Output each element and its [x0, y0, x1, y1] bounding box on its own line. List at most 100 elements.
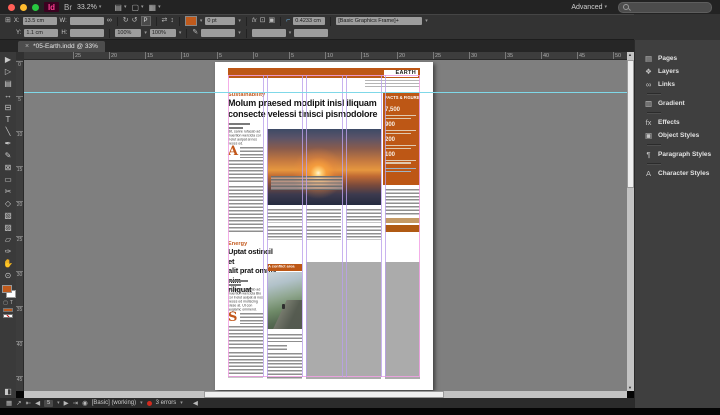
greeked-text-block[interactable] [346, 209, 381, 223]
formatting-text-icon[interactable]: T [10, 300, 13, 306]
x-position-field[interactable]: 13.5 cm [23, 17, 57, 25]
eyedropper-tool[interactable]: ✑ [1, 246, 15, 258]
greeked-text-block[interactable] [228, 186, 263, 208]
preflight-icon[interactable]: ◉ [82, 399, 88, 407]
corner-options-icon[interactable]: ⌐ [286, 16, 290, 26]
character-styles[interactable]: A Character Styles [635, 167, 720, 180]
greeked-text-block[interactable] [267, 353, 302, 379]
minimize-window-button[interactable] [20, 4, 27, 11]
reference-point-icon[interactable]: ⊞ [5, 16, 11, 26]
last-page-icon[interactable]: ⇥ [73, 399, 78, 407]
scroll-up-icon[interactable]: ▲ [628, 53, 632, 57]
rectangle-tool[interactable]: ▭ [1, 174, 15, 186]
biker-photo[interactable] [267, 272, 302, 329]
close-window-button[interactable] [8, 4, 15, 11]
rotate-ccw-icon[interactable]: ↺ [132, 16, 138, 26]
export-icon[interactable]: ↗ [16, 399, 21, 407]
pencil-tool[interactable]: ✎ [1, 150, 15, 162]
rectangle-frame-tool[interactable]: ⊠ [1, 162, 15, 174]
vertical-scrollbar[interactable]: ▲ ▼ [627, 52, 634, 391]
column-guide[interactable] [267, 75, 268, 377]
line-tool[interactable]: ╲ [1, 126, 15, 138]
document-page[interactable]: EARTH Sustainability Molum praesed modip… [215, 62, 433, 390]
type-tool[interactable]: T [1, 114, 15, 126]
greeked-text-block[interactable] [228, 340, 263, 350]
page-number-field[interactable]: 5 [44, 400, 53, 407]
gradient-swatch-tool[interactable]: ▧ [1, 210, 15, 222]
greeked-text-block[interactable] [385, 189, 420, 216]
effects-fx-icon[interactable]: fx [252, 16, 257, 26]
greeked-text-block[interactable] [306, 209, 341, 223]
placeholder-frame[interactable] [306, 262, 381, 379]
width-field[interactable] [70, 17, 104, 25]
gradient-feather-tool[interactable]: ▨ [1, 222, 15, 234]
search-input[interactable] [632, 4, 692, 10]
greeked-text-block[interactable] [267, 226, 302, 240]
horizontal-scroll-thumb[interactable] [204, 391, 444, 398]
direct-selection-tool[interactable]: ▷ [1, 66, 15, 78]
greeked-text-block[interactable] [267, 209, 302, 223]
fit-content-icon[interactable]: ⊡ [260, 16, 266, 26]
greeked-text-block[interactable] [240, 147, 263, 158]
error-count[interactable]: 3 errors [156, 400, 177, 406]
document-tab[interactable]: × *05-Earth.indd @ 33% [18, 41, 105, 52]
height-field[interactable] [70, 29, 104, 37]
workspace-switcher[interactable]: Advanced▾ [571, 4, 607, 11]
stroke-type-field[interactable] [201, 29, 235, 37]
arrange-documents-dropdown[interactable]: ▦▾ [149, 3, 161, 12]
flip-vertical-icon[interactable]: ↕ [170, 16, 174, 26]
column-guide[interactable] [381, 75, 382, 377]
bridge-icon[interactable]: Br [64, 3, 72, 12]
column-guide[interactable] [346, 75, 347, 377]
greeked-text-block[interactable] [228, 160, 263, 184]
free-transform-tool[interactable]: ◇ [1, 198, 15, 210]
placeholder-frame[interactable] [385, 262, 420, 379]
object-style-dropdown[interactable]: [Basic Graphics Frame]+ [336, 17, 422, 25]
column-guide[interactable] [302, 75, 303, 377]
pen-tool[interactable]: ✒ [1, 138, 15, 150]
greeked-text-block[interactable] [267, 345, 287, 350]
paragraph-styles[interactable]: ¶ Paragraph Styles [635, 148, 720, 161]
y-position-field[interactable]: 1.1 cm [24, 29, 58, 37]
extra-field-2[interactable] [294, 29, 328, 37]
masthead-bar[interactable]: EARTH [228, 68, 420, 78]
greeked-text-block[interactable] [228, 352, 263, 379]
hand-tool[interactable]: ✋ [1, 258, 15, 270]
vertical-scroll-thumb[interactable] [627, 60, 634, 188]
photo-caption-block[interactable] [271, 176, 343, 190]
search-box[interactable] [618, 2, 712, 13]
pages[interactable]: ▤ Pages [635, 52, 720, 65]
gap-tool[interactable]: ↔ [1, 90, 15, 102]
greeked-text-block[interactable] [346, 226, 381, 240]
tab-close-icon[interactable]: × [25, 43, 29, 50]
page-tool[interactable]: ▤ [1, 78, 15, 90]
fill-swatch[interactable] [2, 285, 12, 293]
tan-bar[interactable] [385, 218, 420, 223]
rotate-cw-icon[interactable]: ↻ [123, 16, 129, 26]
extra-field-1[interactable] [252, 29, 286, 37]
stroke-weight-field[interactable]: 0 pt [205, 17, 235, 25]
ruler-corner[interactable] [16, 52, 24, 60]
apply-color-button[interactable] [3, 308, 13, 312]
view-options-dropdown[interactable]: ▤▾ [114, 3, 126, 12]
story2-intro[interactable]: Bit, sanre rufacab ad inuertion wercicla… [228, 288, 263, 312]
links[interactable]: ∞ Links [635, 78, 720, 91]
fit-frame-icon[interactable]: ▣ [268, 16, 275, 26]
prev-page-icon[interactable]: ◀ [35, 399, 40, 407]
stroke-pen-icon[interactable]: ✎ [192, 28, 198, 38]
note-tool[interactable]: ▱ [1, 234, 15, 246]
paragraph-direction-icon[interactable]: P [141, 16, 151, 26]
first-page-icon[interactable]: ⇤ [26, 399, 31, 407]
next-page-icon[interactable]: ▶ [64, 399, 69, 407]
zoom-window-button[interactable] [32, 4, 39, 11]
greeked-text-block[interactable] [267, 334, 302, 342]
column-guide[interactable] [263, 75, 264, 377]
facts-figures-box[interactable]: FACTS & FIGURES 7,500 900 200 [383, 93, 420, 185]
preflight-profile[interactable]: [Basic] (working) [92, 400, 136, 406]
scale-y-field[interactable]: 100% [150, 29, 176, 37]
fill-color-swatch[interactable] [185, 16, 197, 26]
content-collector-tool[interactable]: ⊟ [1, 102, 15, 114]
corner-radius-field[interactable]: 0.4233 cm [293, 17, 325, 25]
gradient[interactable]: ▥ Gradient [635, 97, 720, 110]
zoom-level-dropdown[interactable]: 33.2%▾ [77, 4, 101, 11]
